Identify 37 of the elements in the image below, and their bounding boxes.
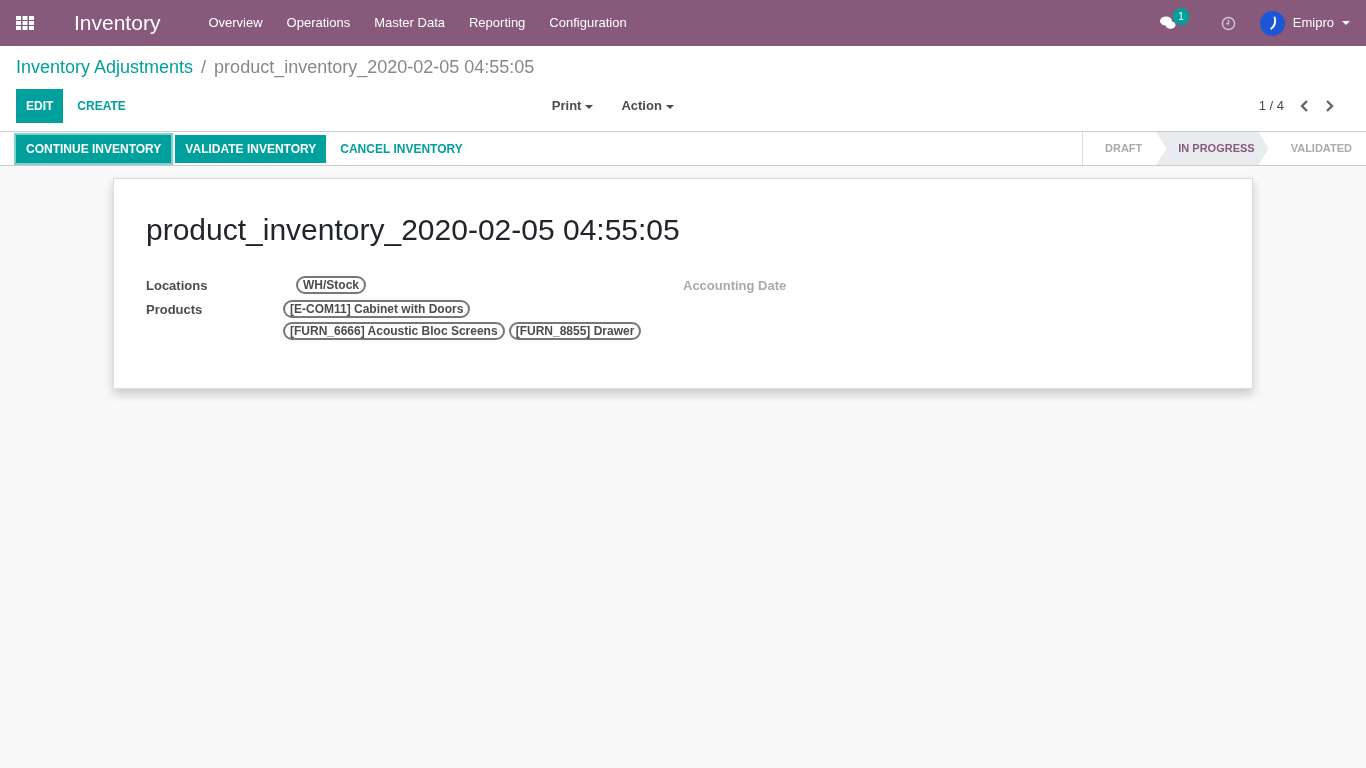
breadcrumb-separator: / xyxy=(201,56,207,79)
notification-count: 1 xyxy=(1173,8,1189,25)
chat-bubbles-icon xyxy=(1160,16,1177,30)
breadcrumb-current: product_inventory_2020-02-05 04:55:05 xyxy=(214,56,535,80)
inventory-action-button[interactable]: CONTINUE INVENTORY xyxy=(16,134,172,163)
user-name: Emipro xyxy=(1292,14,1334,33)
menu-item[interactable]: Overview xyxy=(208,13,263,33)
menu-item[interactable]: Operations xyxy=(286,13,351,33)
record-title: product_inventory_2020-02-05 04:55:05 xyxy=(146,212,681,248)
apps-menu-icon[interactable] xyxy=(16,16,34,30)
pager-counter: 1 / 4 xyxy=(1258,97,1284,116)
menu-item[interactable]: Configuration xyxy=(549,13,627,33)
field-label: Locations xyxy=(146,277,209,295)
inventory-action-button[interactable]: CANCEL INVENTORY xyxy=(330,134,473,163)
tag: [FURN_8855] Drawer xyxy=(508,321,642,340)
dropdown-button[interactable]: Print xyxy=(545,95,600,117)
tag: [E-COM11] Cabinet with Doors xyxy=(283,299,471,318)
tag: [FURN_6666] Acoustic Bloc Screens xyxy=(283,321,505,340)
previous-icon[interactable] xyxy=(1300,100,1309,112)
next-icon[interactable] xyxy=(1325,100,1334,112)
field-label: Products xyxy=(146,300,204,319)
dropdown-button[interactable]: Action xyxy=(615,95,680,117)
avatar-icon xyxy=(1259,10,1285,36)
status-stage[interactable]: IN PROGRESS xyxy=(1156,132,1269,165)
menu-item[interactable]: Reporting xyxy=(469,13,526,33)
edit-button[interactable]: EDIT xyxy=(16,89,64,123)
user-menu[interactable]: Emipro xyxy=(1259,10,1350,36)
menu-item[interactable]: Master Data xyxy=(374,13,445,33)
activity-clock-icon[interactable] xyxy=(1220,15,1236,31)
inventory-action-button[interactable]: VALIDATE INVENTORY xyxy=(175,134,327,163)
app-title: Inventory xyxy=(74,10,161,37)
create-button[interactable]: CREATE xyxy=(67,89,136,123)
breadcrumb-link[interactable]: Inventory Adjustments xyxy=(16,54,194,81)
caret-icon xyxy=(1342,21,1350,25)
tag: WH/Stock xyxy=(296,276,366,294)
messages-button[interactable] xyxy=(1160,16,1177,30)
field-label: Accounting Date xyxy=(683,278,787,293)
